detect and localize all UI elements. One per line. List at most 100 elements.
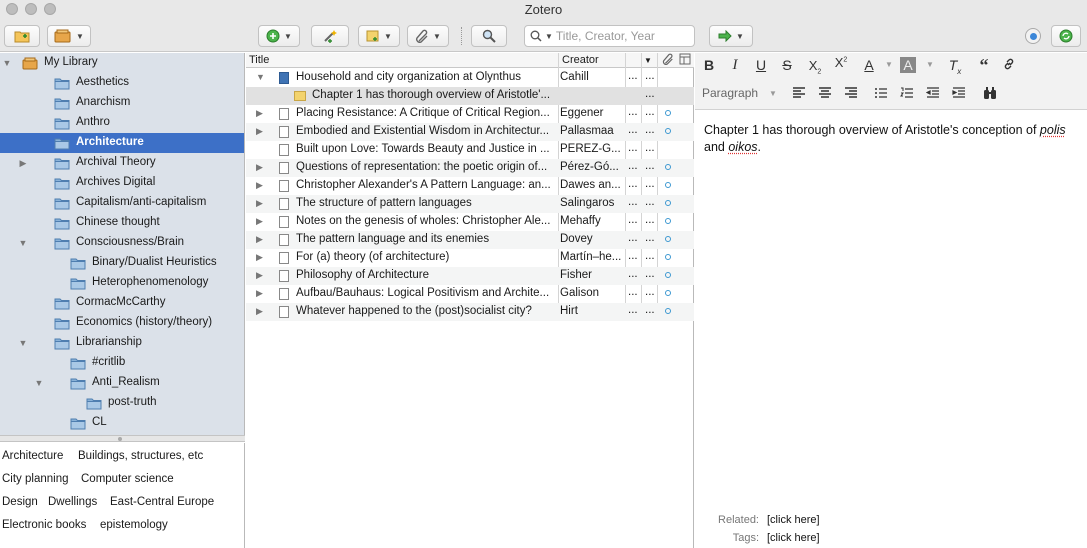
disclosure-closed-icon[interactable]: ▶ [18,158,28,169]
tag-item[interactable]: East-Central Europe [110,496,214,508]
sync-button[interactable] [1051,25,1081,47]
attachment-status-icon[interactable] [665,200,671,206]
disclosure-closed-icon[interactable]: ▶ [256,162,263,173]
collection-item[interactable]: Binary/Dualist Heuristics [0,253,244,273]
text-color-button[interactable]: A [859,57,879,73]
item-row[interactable]: ▶ The pattern language and its enemies Dov… [246,231,694,249]
tag-item[interactable]: epistemology [100,519,168,531]
paragraph-chevron-icon[interactable]: ▼ [763,89,783,98]
disclosure-closed-icon[interactable]: ▶ [256,108,263,119]
find-replace-button[interactable] [980,86,1000,103]
attachment-status-icon[interactable] [665,308,671,314]
text-color-chevron-icon[interactable]: ▼ [879,60,899,69]
attachment-status-icon[interactable] [665,272,671,278]
collection-item[interactable]: ▶ Archival Theory [0,153,244,173]
attachment-status-icon[interactable] [665,128,671,134]
new-note-button[interactable]: ▼ [358,25,400,47]
item-row[interactable]: ▶ The structure of pattern languages Salin… [246,195,694,213]
blockquote-button[interactable]: “ [974,55,994,76]
item-row[interactable]: ▼ Household and city organization at Olyn… [246,69,694,87]
disclosure-closed-icon[interactable]: ▶ [256,216,263,227]
column-header-title[interactable]: Title [249,54,269,66]
attachment-status-icon[interactable] [665,290,671,296]
collection-item[interactable]: Economics (history/theory) [0,313,244,333]
subscript-button[interactable]: X2 [805,58,825,76]
tag-item[interactable]: City planning [2,473,68,485]
new-item-button[interactable]: ▼ [258,25,300,47]
numbered-list-button[interactable] [897,86,917,102]
new-collection-button[interactable] [4,25,40,47]
item-row[interactable]: ▶ Placing Resistance: A Critique of Criti… [246,105,694,123]
align-center-button[interactable] [815,86,835,102]
disclosure-closed-icon[interactable]: ▶ [256,126,263,137]
link-button[interactable] [999,57,1019,74]
column-picker-chevron-icon[interactable]: ▼ [644,56,652,65]
collection-item[interactable]: ▼ My Library [0,53,244,73]
tags-link[interactable]: [click here] [767,532,820,544]
disclosure-closed-icon[interactable]: ▶ [256,234,263,245]
collection-item[interactable]: #critlib [0,353,244,373]
disclosure-closed-icon[interactable]: ▶ [256,306,263,317]
attachment-status-icon[interactable] [665,254,671,260]
related-link[interactable]: [click here] [767,514,820,526]
advanced-search-button[interactable] [471,25,507,47]
library-actions-button[interactable]: ▼ [47,25,91,47]
tag-item[interactable]: Architecture [2,450,63,462]
tag-item[interactable]: Buildings, structures, etc [78,450,203,462]
attachment-status-icon[interactable] [665,110,671,116]
collection-item[interactable]: Architecture [0,133,244,153]
column-header-creator[interactable]: Creator [562,54,599,66]
collection-item[interactable]: Archives Digital [0,173,244,193]
add-by-identifier-button[interactable] [311,25,349,47]
paragraph-style-select[interactable]: Paragraph [702,86,758,100]
collection-item[interactable]: ▼ Librarianship [0,333,244,353]
bold-button[interactable]: B [699,57,719,73]
tag-item[interactable]: Electronic books [2,519,86,531]
collection-item[interactable]: Capitalism/anti-capitalism [0,193,244,213]
item-row[interactable]: ▶ Notes on the genesis of wholes: Christo… [246,213,694,231]
italic-button[interactable]: I [725,57,745,74]
highlight-chevron-icon[interactable]: ▼ [920,60,940,69]
disclosure-open-icon[interactable]: ▼ [18,338,28,348]
collection-item[interactable]: post-truth [0,393,244,413]
item-row[interactable]: ▶ Questions of representation: the poetic… [246,159,694,177]
item-row[interactable]: ▶ Embodied and Existential Wisdom in Arch… [246,123,694,141]
attachments-column-icon[interactable] [662,53,674,68]
note-body[interactable]: Chapter 1 has thorough overview of Arist… [704,122,1074,156]
collection-item[interactable]: ▼ Consciousness/Brain [0,233,244,253]
disclosure-closed-icon[interactable]: ▶ [256,180,263,191]
clear-formatting-button[interactable]: Tx [945,57,965,76]
disclosure-open-icon[interactable]: ▼ [2,58,12,68]
item-row[interactable]: ▶ For (a) theory (of architecture) Martín–… [246,249,694,267]
search-input[interactable]: ▼ Title, Creator, Year [524,25,695,47]
superscript-button[interactable]: X2 [831,55,851,70]
item-row[interactable]: Built upon Love: Towards Beauty and Just… [246,141,694,159]
collection-item[interactable]: Heterophenomenology [0,273,244,293]
collection-item[interactable]: CormacMcCarthy [0,293,244,313]
pane-splitter[interactable] [0,435,245,442]
disclosure-open-icon[interactable]: ▼ [18,238,28,248]
attachment-status-icon[interactable] [665,218,671,224]
collection-item[interactable]: Anthro [0,113,244,133]
collection-item[interactable]: ▼ Anti_Realism [0,373,244,393]
sync-status-button[interactable] [1025,28,1041,44]
align-right-button[interactable] [841,86,861,102]
tag-item[interactable]: Dwellings [48,496,97,508]
add-attachment-button[interactable]: ▼ [407,25,449,47]
column-options-icon[interactable] [679,53,691,68]
bullet-list-button[interactable] [871,86,891,102]
disclosure-closed-icon[interactable]: ▶ [256,198,263,209]
highlight-color-button[interactable]: A [900,57,916,73]
item-row[interactable]: ▶ Philosophy of Architecture Fisher...... [246,267,694,285]
search-mode-chevron-icon[interactable]: ▼ [545,32,553,41]
attachment-status-icon[interactable] [665,182,671,188]
collection-item[interactable]: Chinese thought [0,213,244,233]
disclosure-open-icon[interactable]: ▼ [34,378,44,388]
disclosure-closed-icon[interactable]: ▶ [256,270,263,281]
child-note-row[interactable]: Chapter 1 has thorough overview of Arist… [246,87,694,105]
item-row[interactable]: ▶ Aufbau/Bauhaus: Logical Positivism and … [246,285,694,303]
collection-item[interactable]: CL [0,413,244,433]
attachment-status-icon[interactable] [665,164,671,170]
tag-item[interactable]: Design [2,496,38,508]
collection-item[interactable]: Anarchism [0,93,244,113]
